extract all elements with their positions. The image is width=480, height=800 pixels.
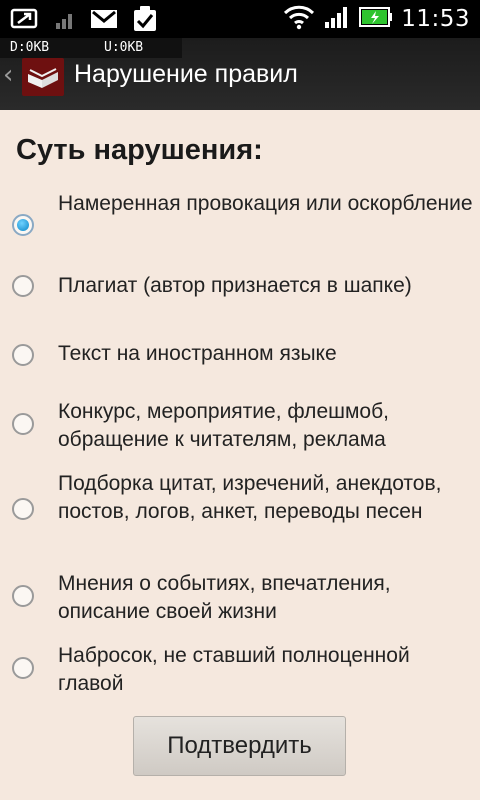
download-speed: D:0KB bbox=[10, 40, 50, 55]
form-heading: Суть нарушения: bbox=[16, 134, 263, 166]
task-check-icon bbox=[132, 5, 158, 37]
screen-share-icon bbox=[10, 6, 40, 36]
page-title: Нарушение правил bbox=[74, 60, 298, 88]
network-speed-bar: D:0KB U:0KB bbox=[0, 38, 182, 58]
cell-signal-icon bbox=[323, 4, 351, 34]
clock: 11:53 bbox=[401, 6, 470, 32]
confirm-button[interactable]: Подтвердить bbox=[133, 716, 346, 776]
option-label: Плагиат (автор признается в шапке) bbox=[58, 274, 412, 297]
option-label: Конкурс, мероприятие, флешмоб, обращение… bbox=[58, 400, 389, 451]
radio-button[interactable] bbox=[12, 344, 34, 366]
radio-button[interactable] bbox=[12, 275, 34, 297]
upload-speed: U:0KB bbox=[104, 40, 144, 55]
option-label: Подборка цитат, изречений, анекдотов, по… bbox=[58, 472, 442, 523]
option-label: Намеренная провокация или оскорбление bbox=[58, 192, 473, 215]
radio-button[interactable] bbox=[12, 413, 34, 435]
gmail-icon bbox=[90, 7, 118, 35]
battery-charging-icon bbox=[359, 6, 393, 32]
radio-button-checked[interactable] bbox=[12, 214, 34, 236]
book-icon[interactable] bbox=[22, 58, 64, 96]
wifi-icon bbox=[283, 4, 315, 34]
radio-button[interactable] bbox=[12, 585, 34, 607]
radio-button[interactable] bbox=[12, 498, 34, 520]
option-label: Набросок, не ставший полноценной главой bbox=[58, 644, 410, 695]
option-label: Текст на иностранном языке bbox=[58, 342, 337, 365]
option-label: Мнения о событиях, впечатления, описание… bbox=[58, 572, 391, 623]
radio-button[interactable] bbox=[12, 657, 34, 679]
signal-weak-icon bbox=[54, 7, 76, 35]
chevron-left-icon[interactable]: ‹ bbox=[3, 60, 13, 90]
status-bar: 11:53 bbox=[0, 0, 480, 38]
action-bar: D:0KB U:0KB ‹ Нарушение правил bbox=[0, 38, 480, 110]
